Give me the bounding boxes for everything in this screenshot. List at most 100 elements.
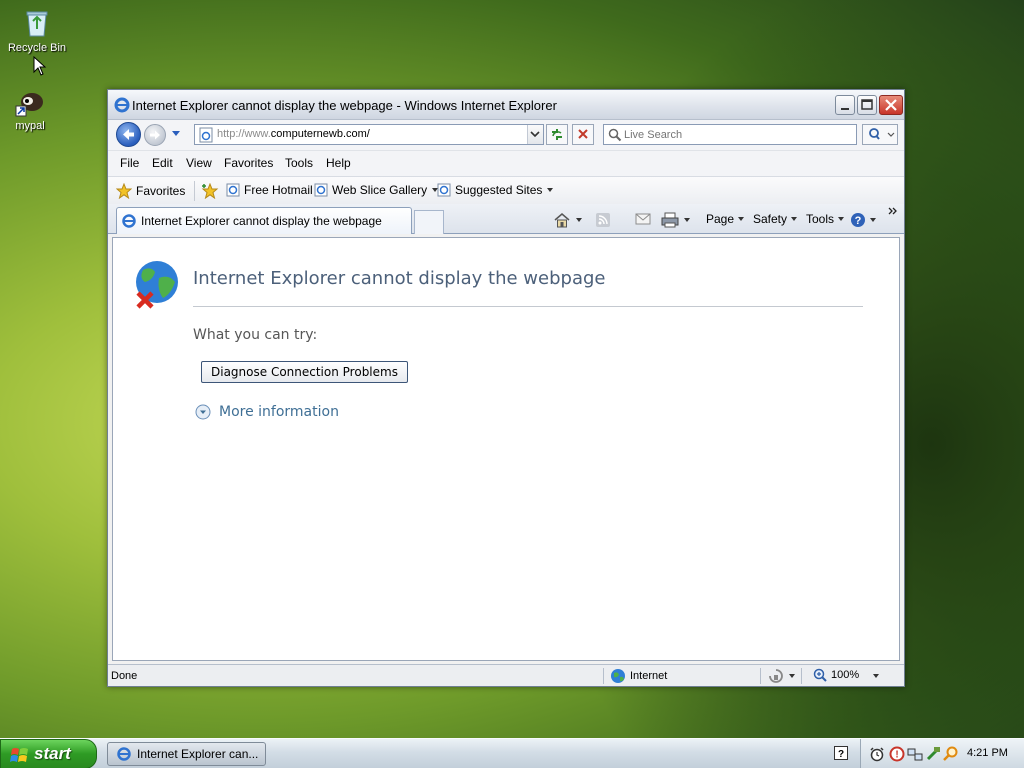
menu-bar: File Edit View Favorites Tools Help [108,150,904,176]
maximize-button[interactable] [857,95,877,115]
desktop-icon-mypal[interactable]: mypal [0,86,65,132]
desktop-icon-recycle-bin[interactable]: Recycle Bin [2,8,72,54]
more-information-link[interactable]: More information [195,404,339,420]
security-zone[interactable]: Internet [610,668,667,684]
mypal-icon [15,93,43,117]
svg-text:?: ? [855,215,862,227]
new-tab-button[interactable] [414,210,444,234]
diagnose-connection-button[interactable]: Diagnose Connection Problems [201,361,408,383]
print-button[interactable] [661,212,692,228]
status-separator [760,668,761,684]
address-url[interactable]: http://www.computernewb.com/ [217,128,370,140]
address-dropdown-button[interactable] [527,125,543,144]
safely-remove-hardware-icon[interactable] [925,746,941,762]
favorite-link-suggested-sites[interactable]: Suggested Sites [437,183,554,197]
safety-menu-button[interactable]: Safety [753,212,798,226]
search-box[interactable] [603,124,857,145]
favorites-label: Favorites [136,184,186,198]
status-separator [801,668,802,684]
address-bar[interactable]: http://www.computernewb.com/ [194,124,544,145]
refresh-icon [552,129,562,140]
security-zone-label: Internet [630,670,668,682]
protected-mode-button[interactable] [768,668,796,684]
start-button[interactable]: start [0,739,97,768]
menu-view[interactable]: View [186,156,212,170]
menu-help[interactable]: Help [326,156,351,170]
title-divider [193,306,863,307]
favorite-link-web-slice-gallery[interactable]: Web Slice Gallery [314,183,439,197]
home-button[interactable] [553,212,584,228]
favorites-button[interactable]: Favorites [116,183,185,199]
search-go-button[interactable] [862,124,898,145]
mouse-cursor-icon [33,56,47,76]
search-tray-icon[interactable] [943,746,959,762]
menu-file[interactable]: File [120,156,139,170]
toolbar-overflow-button[interactable] [888,206,898,216]
ie-logo-icon [117,747,131,761]
feeds-button[interactable] [595,212,611,228]
favorite-link-label: Web Slice Gallery [332,183,428,197]
stop-button[interactable] [572,124,594,145]
read-mail-button[interactable] [635,212,651,226]
menu-edit[interactable]: Edit [152,156,173,170]
ie-logo-icon [122,214,136,228]
stop-icon [578,129,588,139]
chevron-down-icon [870,218,876,222]
chevron-down-icon [791,217,798,221]
desktop-icon-label: mypal [15,120,45,132]
alarm-clock-icon[interactable] [869,746,885,762]
page-menu-button[interactable]: Page [706,212,745,226]
address-url-host: computernewb.com/ [270,128,370,140]
tab-active[interactable]: Internet Explorer cannot display the web… [116,207,412,234]
rss-feed-icon [596,213,610,227]
refresh-button[interactable] [546,124,568,145]
desktop-icon-label: Recycle Bin [7,42,67,54]
error-title: Internet Explorer cannot display the web… [193,268,606,289]
page-ie-icon [199,127,213,143]
more-information-label: More information [219,404,339,420]
clock[interactable]: 4:21 PM [967,747,1008,759]
help-menu-button[interactable]: ? [850,212,877,228]
close-button[interactable] [879,95,903,115]
tools-menu-button[interactable]: Tools [806,212,845,226]
recycle-bin-icon [26,11,48,37]
forward-button[interactable] [144,124,166,146]
printer-icon [661,212,679,228]
menu-favorites[interactable]: Favorites [224,156,273,170]
search-input[interactable] [624,126,852,143]
help-tray-icon[interactable]: ? [834,746,848,760]
error-globe-icon [136,261,178,309]
add-to-favorites-button[interactable] [201,183,219,199]
svg-text:?: ? [838,749,844,760]
star-icon [116,183,132,199]
title-bar[interactable]: Internet Explorer cannot display the web… [108,90,904,120]
chevron-down-icon [789,674,795,678]
minimize-icon [841,108,849,110]
browser-window: Internet Explorer cannot display the web… [107,89,905,687]
chevron-down-icon [738,217,745,221]
favorite-link-label: Suggested Sites [455,183,543,197]
home-icon [554,213,570,228]
zoom-magnifier-icon [813,668,827,682]
minimize-button[interactable] [835,95,855,115]
back-button[interactable] [116,122,141,147]
tab-label: Internet Explorer cannot display the web… [141,214,382,228]
menu-tools[interactable]: Tools [285,156,313,170]
forward-arrow-icon [150,130,160,140]
tab-bar: Internet Explorer cannot display the web… [108,204,904,234]
network-icon[interactable] [907,746,923,762]
recent-pages-dropdown-icon[interactable] [171,130,181,138]
page-menu-label: Page [706,212,735,226]
page-content: Internet Explorer cannot display the web… [112,237,900,661]
windows-flag-icon [10,748,28,762]
taskbar-item-internet-explorer[interactable]: Internet Explorer can... [107,742,266,766]
zoom-button[interactable]: 100% [813,668,859,682]
zoom-dropdown-icon[interactable] [872,673,880,679]
favorite-link-free-hotmail[interactable]: Free Hotmail [226,183,313,197]
what-you-can-try-label: What you can try: [193,327,318,343]
expand-circle-icon [195,404,211,420]
safety-menu-label: Safety [753,212,788,226]
security-alert-icon[interactable]: ! [889,746,905,762]
help-icon: ? [851,213,865,227]
taskbar: start Internet Explorer can... ? ! 4:21 … [0,738,1024,768]
